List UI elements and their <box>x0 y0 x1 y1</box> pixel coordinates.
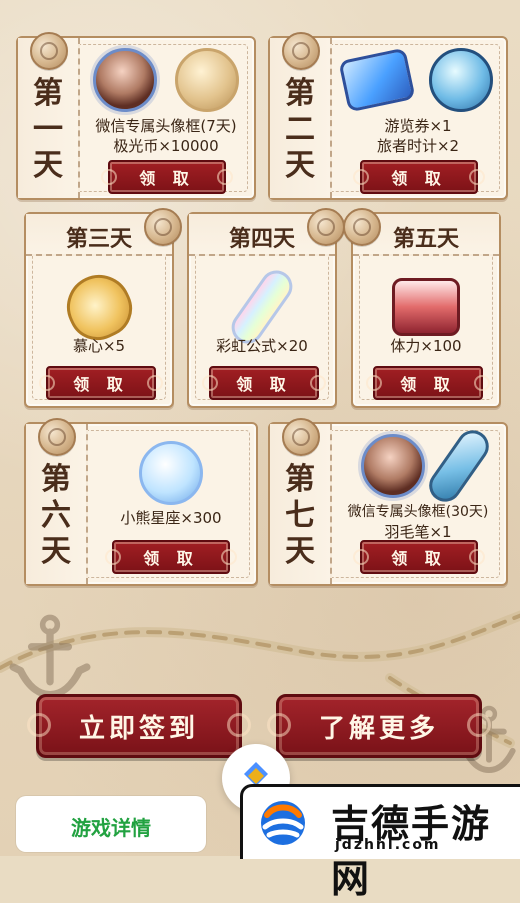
ticket-icon <box>338 47 416 113</box>
compass-medallion-icon <box>38 418 76 456</box>
day-6-reward-line-1: 小熊星座×300 <box>120 509 222 527</box>
day-2-items <box>330 47 506 113</box>
day-1-reward-line-1: 微信专属头像框(7天) <box>95 117 237 135</box>
day-5-items <box>353 272 499 342</box>
quill-pen-icon <box>422 424 496 508</box>
day-1-items <box>78 48 254 112</box>
day-3-claim-button[interactable]: 领 取 <box>39 366 163 400</box>
day-3-items <box>26 264 172 350</box>
day-3-reward-line-1: 慕心×5 <box>72 337 126 355</box>
day-1-reward-line-2: 极光币×10000 <box>113 137 219 155</box>
day-4-items <box>189 264 335 350</box>
day-2-reward-line-2: 旅者时计×2 <box>376 137 460 155</box>
compass-medallion-icon <box>282 32 320 70</box>
day-1-claim-button[interactable]: 领 取 <box>101 160 233 194</box>
compass-medallion-icon <box>282 418 320 456</box>
anchor-decoration-icon <box>9 614 91 699</box>
day-4-reward-line-1: 彩虹公式×20 <box>216 337 308 355</box>
compass-medallion-icon <box>30 32 68 70</box>
compass-medallion-icon <box>144 208 182 246</box>
day-2-char-2: 二 <box>285 112 315 147</box>
day-5-claim-button[interactable]: 领 取 <box>366 366 490 400</box>
food-basket-icon <box>392 278 460 336</box>
compass-medallion-icon <box>343 208 381 246</box>
game-details-button[interactable]: 游戏详情 <box>16 796 206 852</box>
site-logo-icon <box>261 801 305 845</box>
day-7-char-2: 七 <box>285 498 315 533</box>
avatar-frame-icon <box>361 434 425 498</box>
day-2-char-1: 第 <box>285 76 315 111</box>
aurora-coin-icon <box>175 48 239 112</box>
day-7-reward-line-1: 微信专属头像框(30天) <box>347 504 489 520</box>
day-5-reward-line-1: 体力×100 <box>390 337 462 355</box>
day-7-reward-line-2: 羽毛笔×1 <box>384 523 452 541</box>
learn-more-button[interactable]: 了解更多 <box>267 694 491 758</box>
day-1-card: 第 一 天 微信专属头像框(7天) 极光币×10000 领 取 <box>16 32 256 200</box>
day-7-card: 第 七 天 微信专属头像框(30天) 羽毛笔×1 领 取 <box>268 418 508 586</box>
day-7-char-3: 天 <box>285 534 315 569</box>
day-7-claim-button[interactable]: 领 取 <box>353 540 485 574</box>
day-1-char-2: 一 <box>33 112 63 147</box>
day-7-items <box>330 424 506 508</box>
day-2-claim-button[interactable]: 领 取 <box>353 160 485 194</box>
day-4-claim-button[interactable]: 领 取 <box>202 366 326 400</box>
pocket-watch-icon <box>429 48 493 112</box>
day-6-card: 第 六 天 小熊星座×300 领 取 <box>24 418 258 586</box>
day-6-char-3: 天 <box>41 534 71 569</box>
game-details-label: 游戏详情 <box>71 816 151 840</box>
day-6-char-2: 六 <box>41 498 71 533</box>
day-5-card: 第五天 体力×100 领 取 <box>343 208 501 408</box>
compass-medallion-icon <box>307 208 345 246</box>
site-watermark: 吉德手游网 jdzhnl.com <box>240 784 520 901</box>
day-1-char-1: 第 <box>33 76 63 111</box>
sign-in-now-button[interactable]: 立即签到 <box>27 694 251 758</box>
avatar-frame-icon <box>93 48 157 112</box>
day-3-card: 第三天 慕心×5 领 取 <box>24 208 182 408</box>
site-subtitle: jdzhnl.com <box>335 837 441 853</box>
day-6-claim-button[interactable]: 领 取 <box>105 540 237 574</box>
day-2-reward-line-1: 游览券×1 <box>384 117 452 135</box>
day-7-char-1: 第 <box>285 462 315 497</box>
day-4-card: 第四天 彩虹公式×20 领 取 <box>187 208 345 408</box>
day-1-char-3: 天 <box>33 148 63 183</box>
day-2-char-3: 天 <box>285 148 315 183</box>
day-6-char-1: 第 <box>41 462 71 497</box>
star-coin-icon <box>139 441 203 505</box>
day-6-items <box>86 438 256 508</box>
day-2-card: 第 二 天 游览券×1 旅者时计×2 领 取 <box>268 32 508 200</box>
